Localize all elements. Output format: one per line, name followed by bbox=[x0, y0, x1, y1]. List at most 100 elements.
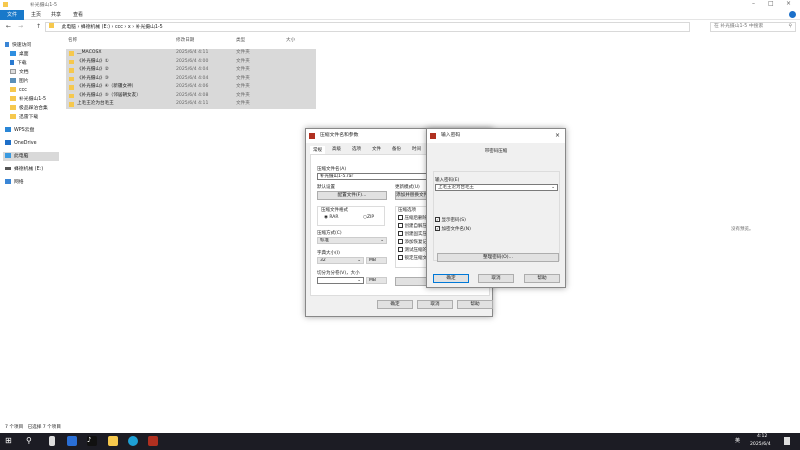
taskbar: ⊞ ⚲ ♪ 英 4:12 2025/6/4 bbox=[0, 433, 800, 450]
minimize-button[interactable]: – bbox=[752, 0, 755, 7]
dialog-title: 压缩文件名和参数 bbox=[320, 133, 359, 138]
preview-text: 没有预览。 bbox=[731, 227, 754, 232]
tab-files[interactable]: 文件 bbox=[372, 146, 381, 152]
maximize-button[interactable]: □ bbox=[768, 0, 774, 7]
file-row[interactable]: 《补光摄山》④（新疆女神） 2025/6/4 4:06 文件夹 bbox=[66, 83, 316, 92]
crumb[interactable]: 此电脑 bbox=[62, 25, 76, 30]
search-icon[interactable]: ⚲ bbox=[26, 436, 36, 446]
radio-rar[interactable]: ◉ RAR bbox=[324, 215, 339, 220]
address-bar-row: ← → ↑ 此电脑 › 蜂德机械 (E:) › ccc › x › 补光摄山1-… bbox=[0, 21, 800, 34]
close-button[interactable]: × bbox=[786, 0, 791, 7]
crumb[interactable]: 补光摄山1-5 bbox=[136, 25, 163, 30]
sidebar-item-ccc[interactable]: ccc bbox=[10, 86, 27, 95]
sidebar-item-quick-access[interactable]: 快速访问 bbox=[5, 41, 31, 50]
sidebar-item-folder[interactable]: 极品踩泊合集 bbox=[10, 104, 48, 113]
file-row[interactable]: __MACOSX 2025/6/4 4:11 文件夹 bbox=[66, 49, 316, 58]
ime-indicator[interactable]: 英 bbox=[735, 437, 740, 444]
crumb[interactable]: x bbox=[128, 25, 131, 30]
show-password-checkbox[interactable]: ✓ 显示密码(S) bbox=[435, 217, 466, 223]
file-explorer-icon[interactable] bbox=[108, 436, 118, 446]
column-type[interactable]: 类型 bbox=[236, 37, 245, 45]
back-icon[interactable]: ← bbox=[6, 23, 11, 30]
column-date[interactable]: 修改日期 bbox=[176, 37, 194, 45]
tab-file[interactable]: 文件 bbox=[0, 10, 25, 20]
column-size[interactable]: 大小 bbox=[286, 37, 295, 45]
file-row[interactable]: 《补光摄山》⑤（邻居朝女友） 2025/6/4 4:08 文件夹 bbox=[66, 91, 316, 100]
sidebar-item-current-folder[interactable]: 补光摄山1-5 bbox=[10, 95, 46, 104]
sidebar-item-onedrive[interactable]: OneDrive bbox=[5, 139, 37, 148]
notification-icon[interactable] bbox=[784, 437, 790, 445]
winrar-icon[interactable] bbox=[148, 436, 158, 446]
sidebar-item-downloads[interactable]: 下载 bbox=[10, 59, 27, 68]
split-unit-select[interactable]: MB bbox=[366, 277, 387, 284]
tab-advanced[interactable]: 高级 bbox=[332, 146, 341, 152]
ok-button[interactable]: 确定 bbox=[377, 300, 413, 309]
encrypt-names-checkbox[interactable]: ✓ 加密文件名(N) bbox=[435, 226, 471, 232]
help-icon[interactable] bbox=[789, 11, 796, 18]
cancel-button[interactable]: 取消 bbox=[478, 274, 514, 283]
up-icon[interactable]: ↑ bbox=[36, 23, 41, 30]
method-label: 压缩方式(C) bbox=[317, 231, 342, 236]
sidebar-item-xunlei[interactable]: 迅雷下载 bbox=[10, 113, 38, 122]
radio-zip[interactable]: ○ZIP bbox=[363, 215, 374, 220]
sidebar-item-this-pc[interactable]: 此电脑 bbox=[3, 152, 59, 161]
help-button[interactable]: 帮助 bbox=[457, 300, 493, 309]
folder-icon bbox=[69, 93, 74, 98]
split-size-input[interactable]: ⌄ bbox=[317, 277, 364, 284]
dictionary-select[interactable]: 32 ⌄ bbox=[317, 257, 364, 264]
organize-passwords-button[interactable]: 整理密码(O)... bbox=[437, 253, 559, 262]
tab-time[interactable]: 时间 bbox=[412, 146, 421, 152]
archive-name-input[interactable]: 补光摄山1-5.rar bbox=[317, 173, 437, 180]
file-name: 《补光摄山》① bbox=[77, 58, 109, 64]
file-name: 《补光摄山》② bbox=[77, 67, 109, 72]
clock-date[interactable]: 2025/6/4 bbox=[750, 442, 771, 447]
tab-backup[interactable]: 备份 bbox=[392, 146, 401, 152]
sidebar-item-network[interactable]: 网络 bbox=[5, 178, 24, 187]
file-date: 2025/6/4 4:11 bbox=[176, 50, 209, 55]
profiles-button[interactable]: 配置文件(F)... bbox=[317, 191, 387, 200]
sidebar-item-drive-e[interactable]: 蜂德机械 (E:) bbox=[5, 165, 43, 174]
status-bar: 7 个项目 已选择 7 个项目 bbox=[5, 424, 61, 430]
sidebar-item-pictures[interactable]: 图片 bbox=[10, 77, 29, 86]
dictionary-unit-select[interactable]: MB bbox=[366, 257, 387, 264]
dictionary-label: 字典大小(I) bbox=[317, 251, 340, 256]
window-title: 补光摄山1-5 bbox=[30, 3, 58, 8]
tiktok-icon[interactable]: ♪ bbox=[87, 436, 97, 446]
start-icon[interactable]: ⊞ bbox=[5, 436, 15, 446]
tab-options[interactable]: 选项 bbox=[352, 146, 361, 152]
edge-icon[interactable] bbox=[128, 436, 138, 446]
ok-button[interactable]: 确定 bbox=[433, 274, 469, 283]
steam-icon[interactable] bbox=[67, 436, 77, 446]
password-dialog: 输入密码 × 带密码压缩 输入密码(E) 上毛王沦为台毛王 ⌄ ✓ 显示密码(S) ✓… bbox=[426, 128, 566, 288]
method-select[interactable]: 标准 ⌄ bbox=[317, 237, 387, 244]
column-name[interactable]: 名称 bbox=[68, 37, 77, 45]
file-name: 《补光摄山》③ bbox=[77, 75, 109, 81]
task-view-icon[interactable] bbox=[49, 436, 55, 446]
file-date: 2025/6/4 4:06 bbox=[176, 84, 209, 89]
crumb[interactable]: 蜂德机械 (E:) bbox=[81, 25, 110, 30]
sidebar-item-documents[interactable]: 文档 bbox=[10, 68, 29, 77]
search-input[interactable]: 在 补光摄山1-5 中搜索 ⚲ bbox=[710, 22, 796, 32]
crumb[interactable]: ccc bbox=[115, 25, 123, 30]
file-date: 2025/6/4 4:00 bbox=[176, 58, 209, 64]
password-input[interactable]: 上毛王沦为台毛王 ⌄ bbox=[435, 184, 558, 191]
tab-share[interactable]: 共享 bbox=[44, 10, 68, 20]
tab-general[interactable]: 常规 bbox=[310, 146, 325, 154]
file-row[interactable]: 上毛王沦为台毛王 2025/6/4 4:11 文件夹 bbox=[66, 100, 316, 109]
close-icon[interactable]: × bbox=[555, 129, 560, 143]
file-name: 《补光摄山》⑤（邻居朝女友） bbox=[77, 92, 141, 98]
file-row[interactable]: 《补光摄山》① 2025/6/4 4:00 文件夹 bbox=[66, 57, 316, 66]
clock-time[interactable]: 4:12 bbox=[757, 434, 767, 439]
tab-view[interactable]: 查看 bbox=[66, 10, 90, 20]
sidebar-item-desktop[interactable]: 桌面 bbox=[10, 50, 29, 59]
cancel-button[interactable]: 取消 bbox=[417, 300, 453, 309]
selected-count: 已选择 7 个项目 bbox=[27, 425, 61, 430]
help-button[interactable]: 帮助 bbox=[524, 274, 560, 283]
sidebar-item-wps[interactable]: WPS云盘 bbox=[5, 126, 34, 135]
file-row[interactable]: 《补光摄山》③ 2025/6/4 4:04 文件夹 bbox=[66, 74, 316, 83]
forward-icon[interactable]: → bbox=[18, 23, 23, 30]
breadcrumb[interactable]: 此电脑 › 蜂德机械 (E:) › ccc › x › 补光摄山1-5 bbox=[45, 22, 690, 32]
file-name: __MACOSX bbox=[77, 50, 102, 55]
file-row[interactable]: 《补光摄山》② 2025/6/4 4:04 文件夹 bbox=[66, 66, 316, 75]
file-type: 文件夹 bbox=[236, 50, 250, 55]
